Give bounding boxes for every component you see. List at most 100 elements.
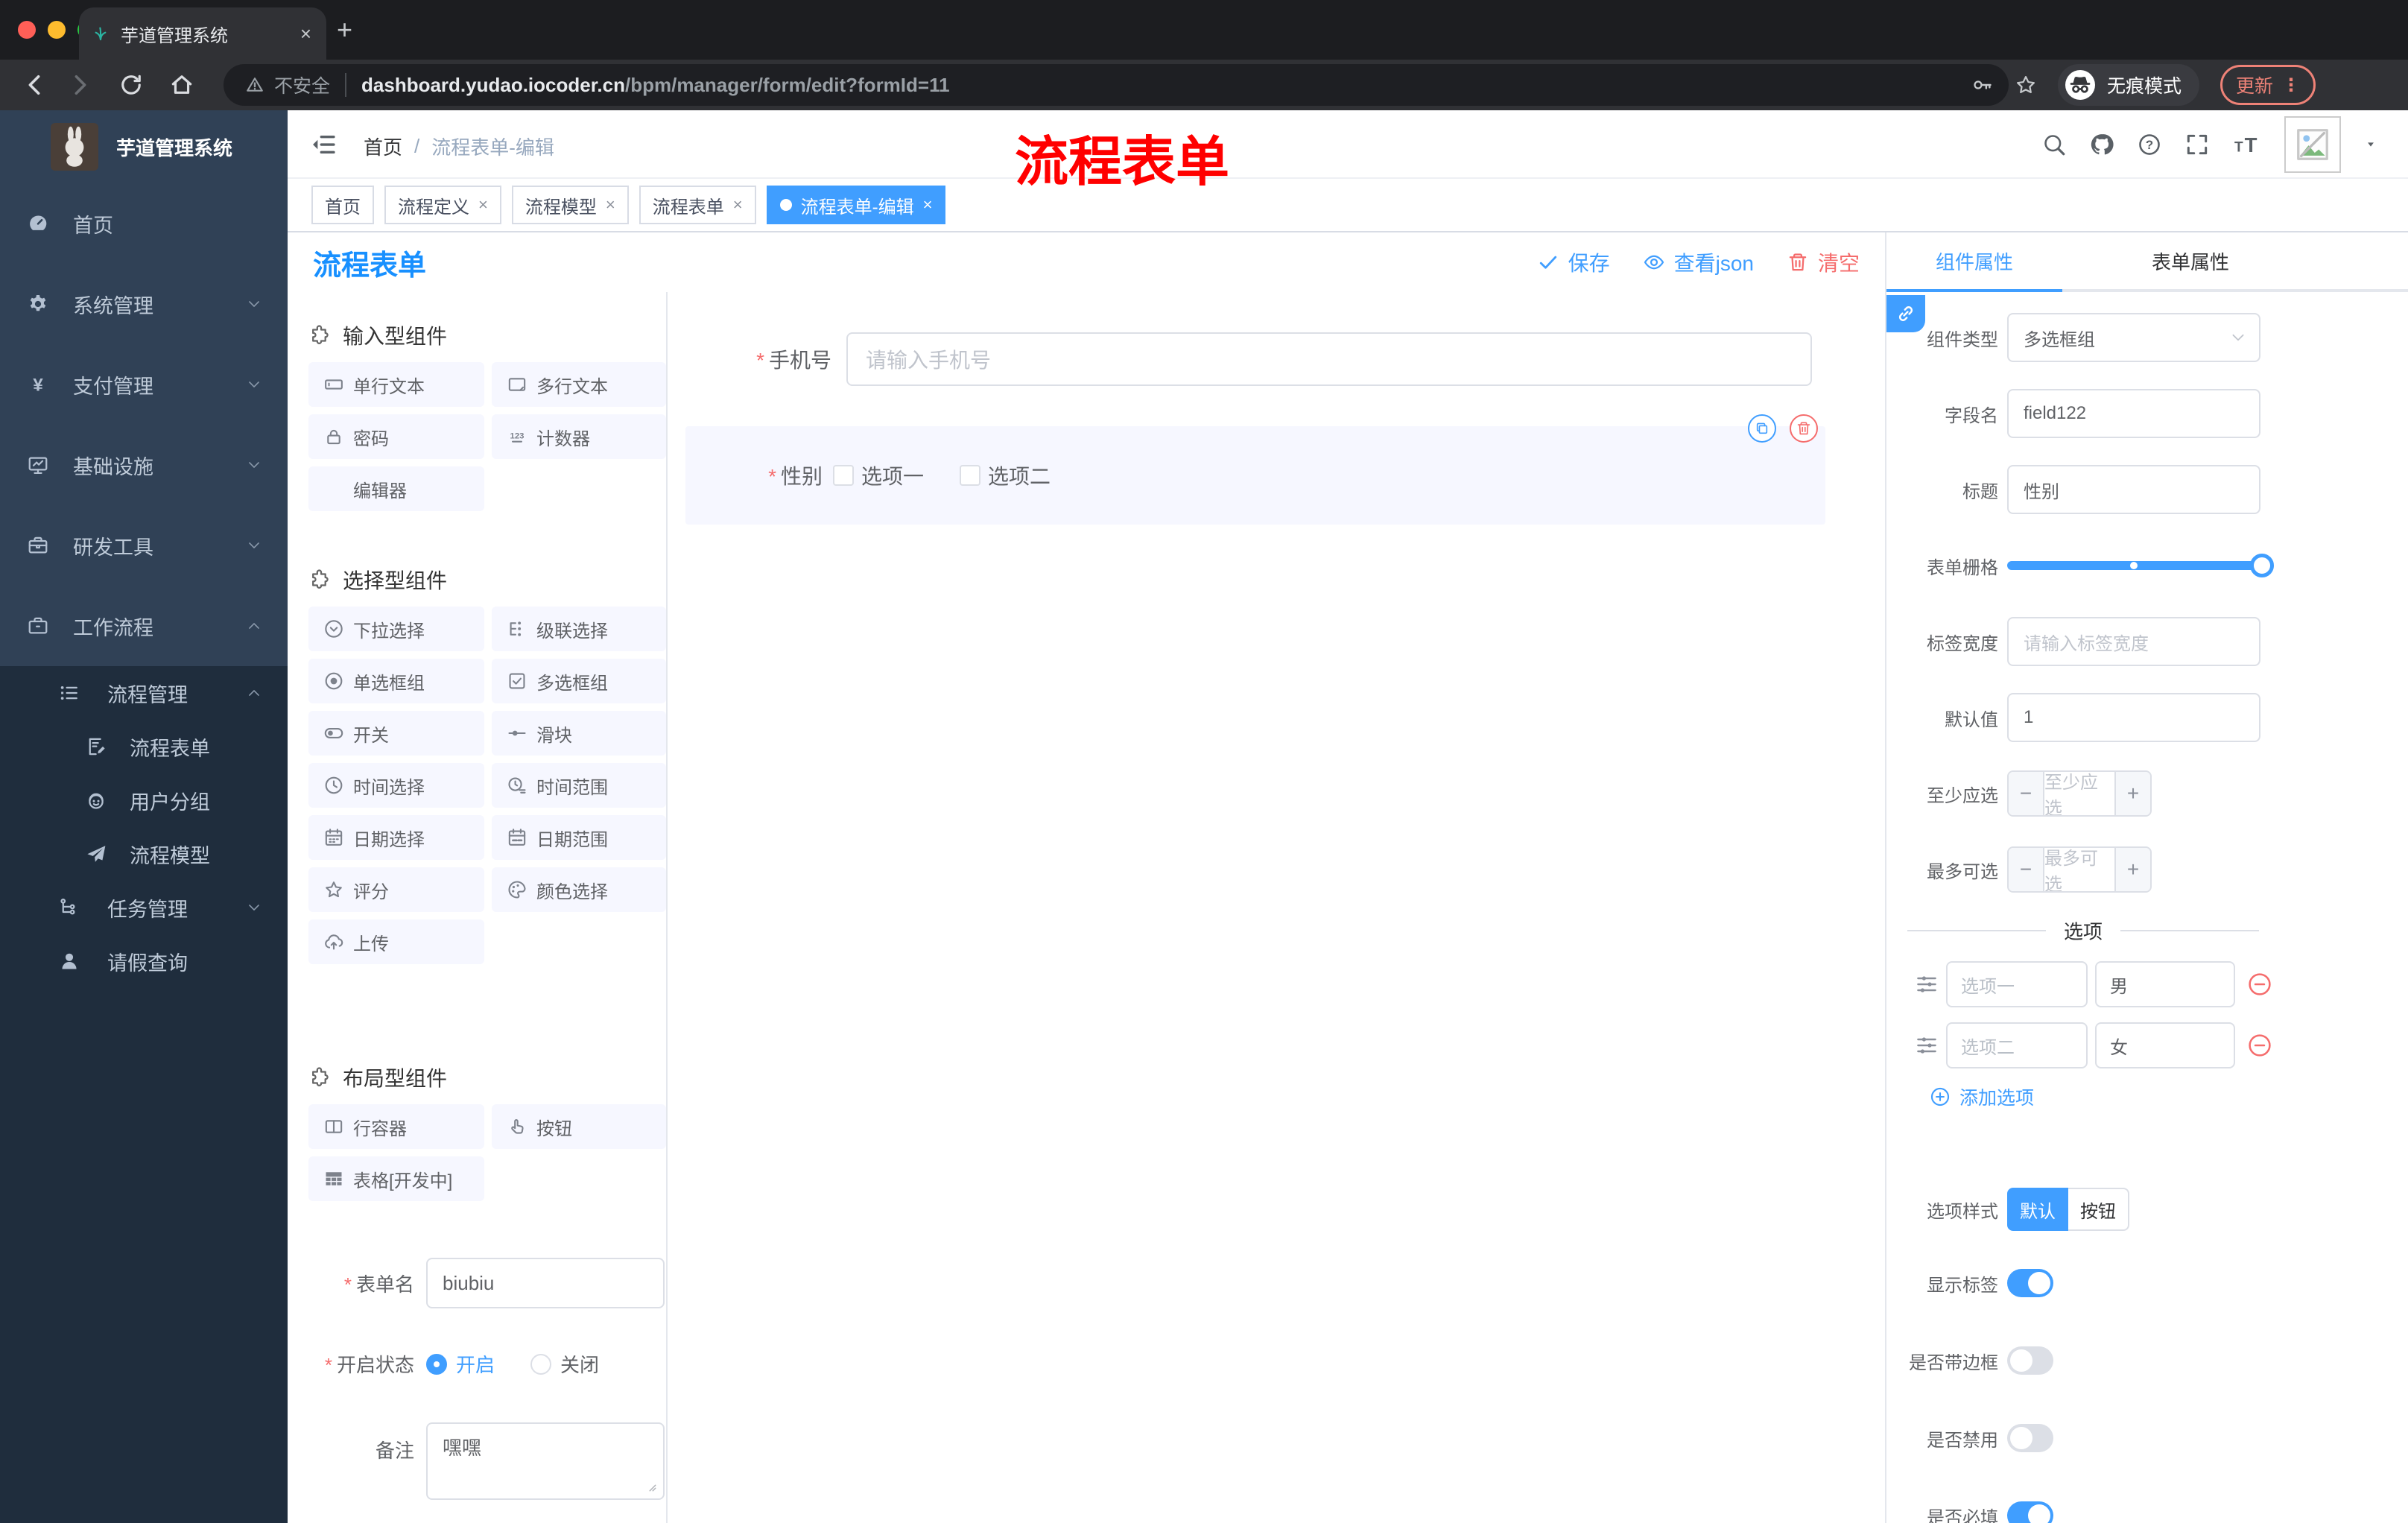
tab-form-props[interactable]: 表单属性 (2131, 232, 2250, 289)
collapse-sidebar-icon[interactable] (310, 131, 337, 158)
form-remark-textarea[interactable]: 嘿嘿 (426, 1422, 665, 1500)
gender-option-1-checkbox[interactable]: 选项一 (833, 460, 924, 490)
gender-option-2-checkbox[interactable]: 选项二 (960, 460, 1051, 490)
copy-component-button[interactable] (1748, 414, 1776, 443)
form-name-input[interactable]: biubiu (426, 1258, 665, 1308)
required-toggle[interactable] (2007, 1501, 2053, 1523)
save-button[interactable]: 保存 (1537, 247, 1610, 277)
palette-item-date-range[interactable]: 日期范围 (492, 815, 666, 860)
sidebar-item-infra[interactable]: 基础设施 (0, 425, 288, 505)
option-value-input[interactable]: 女 (2095, 1022, 2235, 1068)
back-icon[interactable] (21, 72, 48, 98)
browser-menu-dots-icon[interactable]: ⋮ (2282, 75, 2300, 96)
new-tab-button[interactable]: + (337, 12, 352, 48)
status-off-radio[interactable]: 关闭 (530, 1350, 599, 1378)
palette-item-checkbox[interactable]: 多选框组 (492, 659, 666, 703)
component-type-select[interactable]: 多选框组 (2007, 313, 2260, 362)
tab-component-props[interactable]: 组件属性 (1886, 232, 2062, 289)
palette-item-textarea[interactable]: 多行文本 (492, 362, 666, 407)
tag-5[interactable]: 流程表单-编辑 × (766, 186, 946, 224)
stepper-decrease-button[interactable]: − (2009, 772, 2044, 815)
link-tab[interactable] (1886, 295, 1925, 332)
close-tag-icon[interactable]: × (478, 195, 488, 215)
close-tag-icon[interactable]: × (923, 195, 933, 215)
form-grid-slider[interactable] (2007, 554, 2274, 577)
stepper-decrease-button[interactable]: − (2009, 848, 2044, 891)
tag-1[interactable]: 首页 (311, 186, 374, 224)
tag-3[interactable]: 流程模型 × (511, 186, 629, 224)
checkbox[interactable] (960, 465, 981, 486)
close-tab-icon[interactable]: × (297, 22, 314, 45)
resize-handle-icon[interactable] (645, 1481, 660, 1495)
bookmark-star-icon[interactable] (2015, 74, 2037, 96)
stepper-increase-button[interactable]: + (2114, 772, 2150, 815)
close-window-button[interactable] (18, 21, 36, 39)
palette-item-input[interactable]: 单行文本 (308, 362, 484, 407)
sidebar-item-user-group[interactable]: 用户分组 (0, 773, 288, 827)
sidebar-item-flow-model[interactable]: 流程模型 (0, 827, 288, 881)
sidebar-item-system[interactable]: 系统管理 (0, 264, 288, 344)
phone-input[interactable]: 请输入手机号 (846, 332, 1812, 386)
close-tag-icon[interactable]: × (733, 195, 743, 215)
palette-item-cascader[interactable]: 级联选择 (492, 607, 666, 651)
palette-item-select[interactable]: 下拉选择 (308, 607, 484, 651)
selected-component-block[interactable]: * 性别 选项一 选项二 (685, 414, 1825, 525)
help-icon[interactable]: ? (2137, 132, 2162, 157)
sidebar-item-flow-form[interactable]: 流程表单 (0, 720, 288, 773)
delete-component-button[interactable] (1790, 414, 1818, 443)
checkbox[interactable] (833, 465, 854, 486)
remove-option-icon[interactable] (2247, 1033, 2272, 1058)
tag-4[interactable]: 流程表单 × (639, 186, 756, 224)
option-label-input[interactable]: 选项二 (1946, 1022, 2088, 1068)
sidebar-item-workflow[interactable]: 工作流程 (0, 586, 288, 666)
show-label-toggle[interactable] (2007, 1269, 2053, 1297)
address-bar[interactable]: 不安全 dashboard.yudao.iocoder.cn/bpm/manag… (224, 64, 2009, 106)
palette-item-password[interactable]: 密码 (308, 414, 484, 459)
option-value-input[interactable]: 男 (2095, 961, 2235, 1007)
password-key-icon[interactable] (1971, 74, 1994, 96)
status-on-radio[interactable]: 开启 (426, 1350, 495, 1378)
sidebar-item-leave-query[interactable]: 请假查询 (0, 934, 288, 988)
avatar[interactable] (2284, 116, 2341, 173)
palette-item-rate[interactable]: 评分 (308, 867, 484, 912)
style-default-button[interactable]: 默认 (2007, 1188, 2068, 1231)
forward-icon[interactable] (67, 72, 94, 98)
palette-item-color[interactable]: 颜色选择 (492, 867, 666, 912)
home-icon[interactable] (168, 72, 195, 98)
style-button-button[interactable]: 按钮 (2068, 1188, 2129, 1231)
sidebar-item-task-manage[interactable]: 任务管理 (0, 881, 288, 934)
close-tag-icon[interactable]: × (606, 195, 615, 215)
option-drag-handle-icon[interactable] (1915, 1033, 1939, 1057)
palette-item-radio[interactable]: 单选框组 (308, 659, 484, 703)
update-browser-button[interactable]: 更新 ⋮ (2220, 65, 2316, 105)
stepper-input[interactable]: 最多可选 (2044, 848, 2114, 891)
label-width-input[interactable]: 请输入标签宽度 (2007, 617, 2260, 666)
slider-handle[interactable] (2250, 554, 2274, 577)
palette-item-table[interactable]: 表格[开发中] (308, 1156, 484, 1201)
add-option-button[interactable]: 添加选项 (1930, 1085, 2408, 1109)
sidebar-item-home[interactable]: 首页 (0, 183, 288, 264)
stepper-increase-button[interactable]: + (2114, 848, 2150, 891)
font-size-icon[interactable]: TT (2232, 132, 2262, 157)
reload-icon[interactable] (118, 72, 145, 98)
palette-item-time-range[interactable]: 时间范围 (492, 763, 666, 808)
palette-item-editor[interactable]: 编辑器 (308, 466, 484, 511)
disabled-toggle[interactable] (2007, 1424, 2053, 1452)
clear-button[interactable]: 清空 (1787, 247, 1860, 277)
tag-2[interactable]: 流程定义 × (384, 186, 501, 224)
avatar-caret-down-icon[interactable] (2363, 139, 2378, 150)
palette-item-slider[interactable]: 滑块 (492, 711, 666, 756)
option-label-input[interactable]: 选项一 (1946, 961, 2088, 1007)
sidebar-item-devtools[interactable]: 研发工具 (0, 505, 288, 586)
search-icon[interactable] (2041, 132, 2067, 157)
not-secure-warning-icon[interactable] (244, 75, 265, 95)
border-toggle[interactable] (2007, 1346, 2053, 1375)
github-icon[interactable] (2089, 132, 2114, 157)
palette-item-date[interactable]: 日期选择 (308, 815, 484, 860)
fullscreen-icon[interactable] (2184, 132, 2210, 157)
breadcrumb-home[interactable]: 首页 (364, 133, 402, 160)
palette-item-button[interactable]: 按钮 (492, 1104, 666, 1149)
minimize-window-button[interactable] (48, 21, 66, 39)
field-name-input[interactable]: field122 (2007, 389, 2260, 438)
palette-item-counter[interactable]: 123 计数器 (492, 414, 666, 459)
